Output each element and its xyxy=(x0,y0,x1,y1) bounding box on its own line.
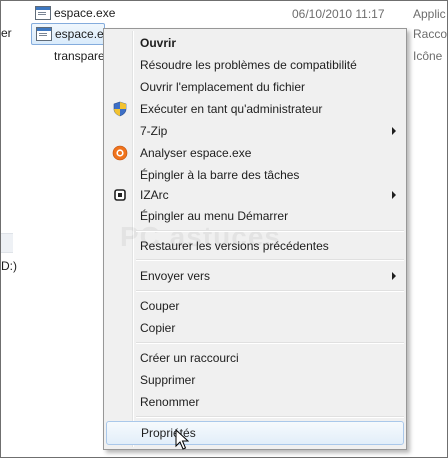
menu-item-label: Créer un raccourci xyxy=(140,351,239,365)
menu-item-izarc[interactable]: IZArc xyxy=(106,184,404,206)
menu-item-label: Couper xyxy=(140,299,180,313)
exe-file-icon xyxy=(36,27,52,41)
menu-item-label: Résoudre les problèmes de compatibilité xyxy=(140,58,357,72)
mouse-cursor-icon xyxy=(175,429,189,450)
submenu-arrow-icon xyxy=(392,127,396,135)
submenu-arrow-icon xyxy=(392,272,396,280)
menu-separator xyxy=(136,342,404,344)
menu-item-scan[interactable]: Analyser espace.exe xyxy=(106,142,404,164)
menu-separator xyxy=(136,259,404,261)
menu-item-rename[interactable]: Renommer xyxy=(106,391,404,413)
navigation-pane-drive[interactable]: D:) xyxy=(1,259,17,273)
exe-file-icon xyxy=(35,6,51,20)
explorer-window: er D:) espace.exe 06/10/2010 11:17 Appli… xyxy=(0,0,448,458)
menu-item-label: IZArc xyxy=(140,188,169,202)
menu-item-label: Envoyer vers xyxy=(140,269,211,283)
menu-item-open-location[interactable]: Ouvrir l'emplacement du fichier xyxy=(106,76,404,98)
menu-item-label: Ouvrir l'emplacement du fichier xyxy=(140,80,306,94)
menu-separator xyxy=(136,230,404,232)
menu-item-label: Supprimer xyxy=(140,373,196,387)
menu-item-label: Épingler à la barre des tâches xyxy=(140,168,300,182)
menu-item-7zip[interactable]: 7-Zip xyxy=(106,120,404,142)
menu-item-create-shortcut[interactable]: Créer un raccourci xyxy=(106,347,404,369)
izarc-icon xyxy=(112,187,128,203)
navigation-pane xyxy=(1,1,13,457)
menu-item-properties[interactable]: Propriétés xyxy=(106,421,404,445)
menu-item-open[interactable]: Ouvrir xyxy=(106,32,404,54)
menu-item-pin-taskbar[interactable]: Épingler à la barre des tâches xyxy=(106,164,404,186)
menu-separator xyxy=(136,416,404,418)
menu-item-label: Épingler au menu Démarrer xyxy=(140,209,289,223)
menu-item-restore-versions[interactable]: Restaurer les versions précédentes xyxy=(106,235,404,257)
file-name[interactable]: transpare xyxy=(54,49,105,63)
menu-item-delete[interactable]: Supprimer xyxy=(106,369,404,391)
file-type: Racco xyxy=(413,27,448,41)
antivirus-scan-icon xyxy=(112,145,128,161)
navigation-pane-band xyxy=(1,233,13,253)
file-row[interactable]: espace.exe xyxy=(31,3,115,23)
submenu-arrow-icon xyxy=(392,191,396,199)
menu-item-label: Ouvrir xyxy=(140,36,177,50)
file-name: espace.exe xyxy=(54,6,116,20)
uac-shield-icon xyxy=(112,101,128,117)
file-type: Applic xyxy=(413,7,446,21)
file-type: Icône xyxy=(413,49,443,63)
menu-item-compatibility[interactable]: Résoudre les problèmes de compatibilité xyxy=(106,54,404,76)
navigation-pane-text: er xyxy=(1,26,12,40)
menu-item-send-to[interactable]: Envoyer vers xyxy=(106,265,404,287)
menu-item-cut[interactable]: Couper xyxy=(106,295,404,317)
menu-separator xyxy=(136,290,404,292)
menu-item-pin-start[interactable]: Épingler au menu Démarrer xyxy=(106,205,404,227)
menu-item-label: 7-Zip xyxy=(140,124,168,138)
menu-item-run-as-admin[interactable]: Exécuter en tant qu'administrateur xyxy=(106,98,404,120)
menu-item-label: Analyser espace.exe xyxy=(140,146,252,160)
file-row-selected[interactable]: espace.exe xyxy=(31,23,116,45)
context-menu: PC astuces Ouvrir Résoudre les problèmes… xyxy=(103,28,407,450)
file-date: 06/10/2010 11:17 xyxy=(292,7,385,21)
menu-item-copy[interactable]: Copier xyxy=(106,317,404,339)
menu-item-label: Renommer xyxy=(140,395,200,409)
menu-item-label: Restaurer les versions précédentes xyxy=(140,239,329,253)
menu-item-label: Exécuter en tant qu'administrateur xyxy=(140,102,323,116)
menu-item-label: Copier xyxy=(140,321,176,335)
